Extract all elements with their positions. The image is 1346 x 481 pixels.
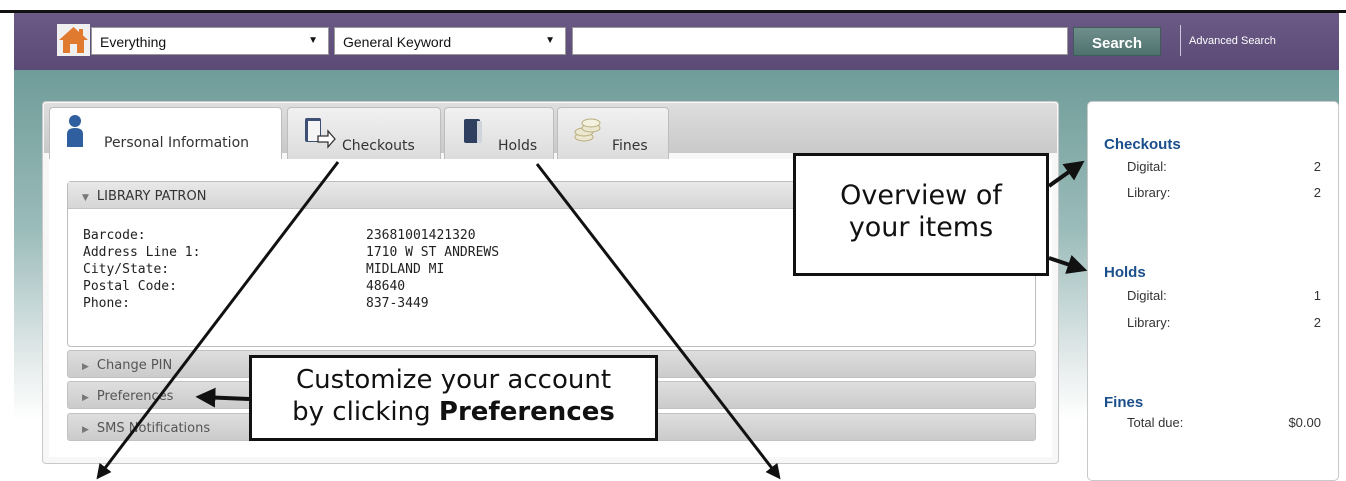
screenshot-stage: Everything ▼ General Keyword ▼ Search Ad… — [0, 0, 1346, 481]
callout-text: by clicking — [292, 397, 439, 427]
arrow-to-holds-summary — [1048, 254, 1088, 274]
callout-text: Overview of — [840, 180, 1002, 211]
callout-emphasis: Preferences — [438, 397, 615, 427]
arrow-to-checkouts-summary — [1047, 160, 1085, 188]
arrow-to-preferences — [195, 387, 250, 408]
annotation-arrows — [96, 160, 1088, 480]
preferences-callout: Customize your account by clicking Prefe… — [249, 355, 658, 441]
callout-text: your items — [848, 212, 994, 243]
callout-text-line: by clicking Preferences — [252, 396, 655, 428]
callout-text: Customize your account — [295, 365, 612, 395]
overview-callout: Overview of your items — [793, 153, 1049, 276]
